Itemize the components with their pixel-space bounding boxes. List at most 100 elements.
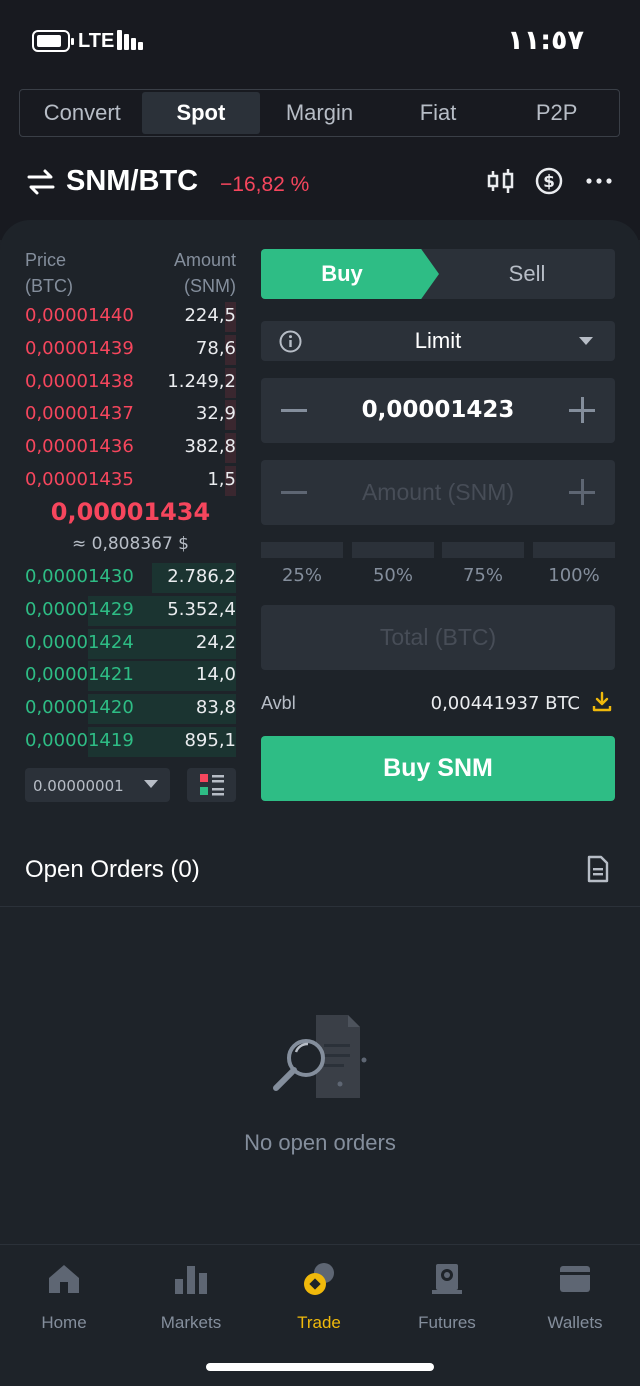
precision-value: 0.00000001 [33, 777, 124, 795]
swap-pair-icon[interactable] [27, 168, 55, 196]
candlestick-chart-icon[interactable] [486, 166, 516, 196]
price-value: 0,00001423 [361, 397, 515, 423]
battery-icon [32, 30, 74, 52]
ask-row[interactable]: 0,00001440 224,5 [25, 301, 236, 332]
trade-mode-tabs: Convert Spot Margin Fiat P2P [19, 89, 620, 137]
wallets-icon [560, 1266, 590, 1292]
ask-amount: 78,6 [195, 337, 236, 359]
ask-amount: 32,9 [195, 403, 236, 425]
amount-input[interactable]: Amount (SNM) [261, 460, 615, 525]
sell-tab[interactable]: Sell [439, 249, 615, 299]
nav-futures-label: Futures [418, 1313, 476, 1332]
bid-row[interactable]: 0,00001421 14,0 [25, 660, 236, 692]
bid-amount: 14,0 [195, 664, 236, 686]
home-indicator[interactable] [206, 1363, 434, 1371]
percent-100-label[interactable]: 100% [533, 565, 615, 586]
percent-50-bar[interactable] [352, 542, 434, 558]
bid-amount: 24,2 [195, 631, 236, 653]
nav-home-label: Home [41, 1313, 87, 1332]
more-options-icon[interactable] [584, 166, 614, 196]
ask-amount: 224,5 [184, 305, 236, 326]
percent-75-label[interactable]: 75% [442, 565, 524, 586]
precision-dropdown[interactable]: 0.00000001 [25, 768, 170, 802]
trade-icon [304, 1263, 334, 1295]
bid-price: 0,00001421 [25, 664, 134, 686]
price-input[interactable]: 0,00001423 [261, 378, 615, 443]
nav-markets[interactable]: Markets [127, 1262, 255, 1333]
tab-convert[interactable]: Convert [23, 92, 142, 134]
percent-100-bar[interactable] [533, 542, 615, 558]
empty-orders-icon [273, 1015, 367, 1098]
tab-p2p[interactable]: P2P [497, 92, 616, 134]
last-price-fiat: ≈ 0,808367 $ [72, 534, 189, 554]
nav-home[interactable]: Home [0, 1262, 128, 1333]
dollar-circle-icon[interactable]: $ [534, 166, 564, 196]
tab-spot[interactable]: Spot [141, 92, 261, 134]
bid-price: 0,00001420 [25, 697, 134, 719]
bid-amount: 5.352,4 [167, 598, 236, 620]
chevron-down-icon [579, 337, 593, 345]
ask-amount: 1.249,2 [167, 370, 236, 392]
markets-icon [175, 1266, 207, 1294]
network-type: LTE [78, 30, 115, 52]
transfer-download-icon[interactable] [591, 691, 613, 713]
nav-wallets-label: Wallets [547, 1313, 603, 1332]
percent-50-label[interactable]: 50% [352, 565, 434, 586]
ask-row[interactable]: 0,00001439 78,6 [25, 334, 236, 365]
buy-tab[interactable]: Buy [261, 249, 439, 299]
pair-symbol[interactable]: SNM/BTC [66, 165, 198, 198]
svg-text:$: $ [543, 172, 555, 192]
price-change-percent: −16,82 % [220, 173, 310, 196]
ask-row[interactable]: 0,00001435 1,5 [25, 465, 236, 496]
available-balance: 0,00441937 BTC [430, 693, 580, 714]
ask-price: 0,00001439 [25, 337, 134, 359]
empty-state-text: No open orders [244, 1130, 396, 1155]
nav-trade-label: Trade [297, 1313, 341, 1332]
bid-price: 0,00001429 [25, 598, 134, 620]
bid-amount: 895,1 [184, 730, 236, 751]
total-placeholder: Total (BTC) [379, 624, 497, 650]
ask-price: 0,00001438 [25, 370, 134, 392]
order-book-layout-button[interactable] [187, 768, 236, 802]
bid-row[interactable]: 0,00001420 83,8 [25, 693, 236, 725]
ask-price: 0,00001440 [25, 305, 134, 326]
tab-fiat[interactable]: Fiat [379, 92, 498, 134]
bid-amount: 83,8 [195, 697, 236, 719]
signal-icon [117, 30, 147, 50]
percent-75-bar[interactable] [442, 542, 524, 558]
ask-amount: 382,8 [184, 436, 236, 458]
futures-icon [432, 1264, 462, 1294]
open-orders-title[interactable]: Open Orders (0) [25, 856, 200, 884]
order-type-value: Limit [414, 328, 462, 353]
ask-amount: 1,5 [207, 469, 236, 490]
ask-row[interactable]: 0,00001436 382,8 [25, 432, 236, 464]
nav-trade[interactable]: Trade [255, 1262, 383, 1333]
amount-header: Amount [173, 250, 236, 270]
total-input[interactable]: Total (BTC) [261, 605, 615, 670]
bid-row[interactable]: 0,00001424 24,2 [25, 628, 236, 659]
chevron-down-icon [144, 780, 158, 788]
increase-price-icon-vertical [580, 397, 584, 423]
ask-price: 0,00001435 [25, 469, 134, 490]
nav-markets-label: Markets [160, 1313, 222, 1332]
nav-futures[interactable]: Futures [383, 1262, 511, 1333]
tab-margin[interactable]: Margin [260, 92, 379, 134]
percent-25-label[interactable]: 25% [261, 565, 343, 586]
last-price[interactable]: 0,00001434 [25, 498, 236, 526]
bid-row[interactable]: 0,00001419 895,1 [25, 726, 236, 757]
amount-unit: (SNM) [184, 276, 236, 296]
section-divider [0, 906, 640, 907]
bid-row[interactable]: 0,00001429 5.352,4 [25, 595, 236, 626]
percent-25-bar[interactable] [261, 542, 343, 558]
home-icon [49, 1265, 79, 1293]
ask-row[interactable]: 0,00001438 1.249,2 [25, 367, 236, 398]
increase-amount-icon-vertical [580, 479, 584, 505]
order-type-select[interactable]: Limit [261, 321, 615, 361]
ask-row[interactable]: 0,00001437 32,9 [25, 399, 236, 431]
bid-row[interactable]: 0,00001430 2.786,2 [25, 562, 236, 593]
buy-submit-button[interactable]: Buy SNM [261, 736, 615, 801]
order-history-icon[interactable] [586, 855, 610, 883]
nav-wallets[interactable]: Wallets [511, 1262, 639, 1333]
bid-price: 0,00001424 [25, 631, 134, 653]
status-time: ١١:٥٧ [507, 25, 584, 56]
